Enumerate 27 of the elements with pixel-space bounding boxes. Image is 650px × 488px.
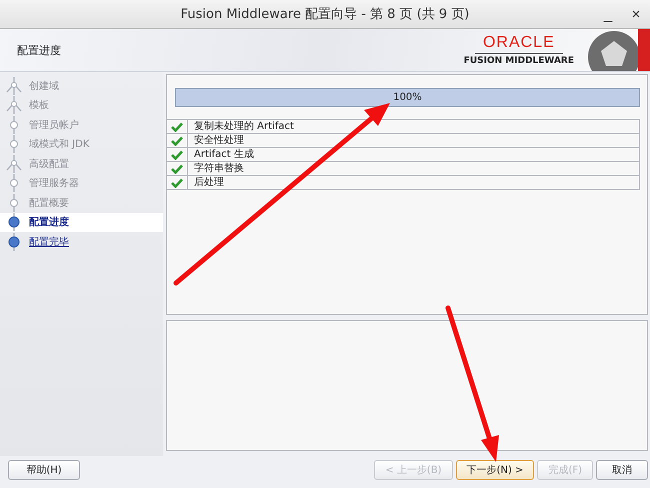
window-title: Fusion Middleware 配置向导 - 第 8 页 (共 9 页) — [180, 6, 470, 23]
branch-node-icon — [5, 154, 23, 173]
step-label: 配置概要 — [29, 196, 69, 210]
help-button[interactable]: 帮助(H) — [8, 460, 80, 480]
step-label: 管理员帐户 — [29, 118, 79, 132]
step-label: 创建域 — [29, 80, 59, 93]
step-label: 高级配置 — [29, 158, 69, 171]
step-link[interactable]: 配置完毕 — [29, 234, 69, 249]
branch-node-icon — [5, 96, 23, 114]
task-label: 安全性处理 — [193, 134, 244, 147]
task-label: 后处理 — [193, 176, 224, 189]
progress-reading: 100% — [393, 92, 422, 103]
minimize-button[interactable]: _ — [594, 3, 622, 25]
task-label: 复制未处理的 Artifact — [193, 120, 294, 133]
task-label: 字符串替换 — [193, 162, 244, 175]
step-label: 域模式和 JDK — [29, 138, 90, 152]
branch-node-icon — [5, 76, 23, 95]
close-button[interactable]: × — [622, 3, 650, 25]
page-title: 配置进度 — [17, 42, 62, 58]
brand-logo: ORACLE — [474, 34, 563, 54]
wizard-button[interactable]: 取消 — [596, 460, 648, 480]
step-label: 配置进度 — [29, 215, 69, 230]
step-label: 模板 — [29, 98, 49, 112]
product-name: FUSION MIDDLEWARE — [464, 56, 574, 66]
step-label: 管理服务器 — [29, 177, 79, 190]
wizard-button[interactable]: 下一步(N) > — [456, 460, 534, 480]
task-label: Artifact 生成 — [193, 148, 254, 161]
